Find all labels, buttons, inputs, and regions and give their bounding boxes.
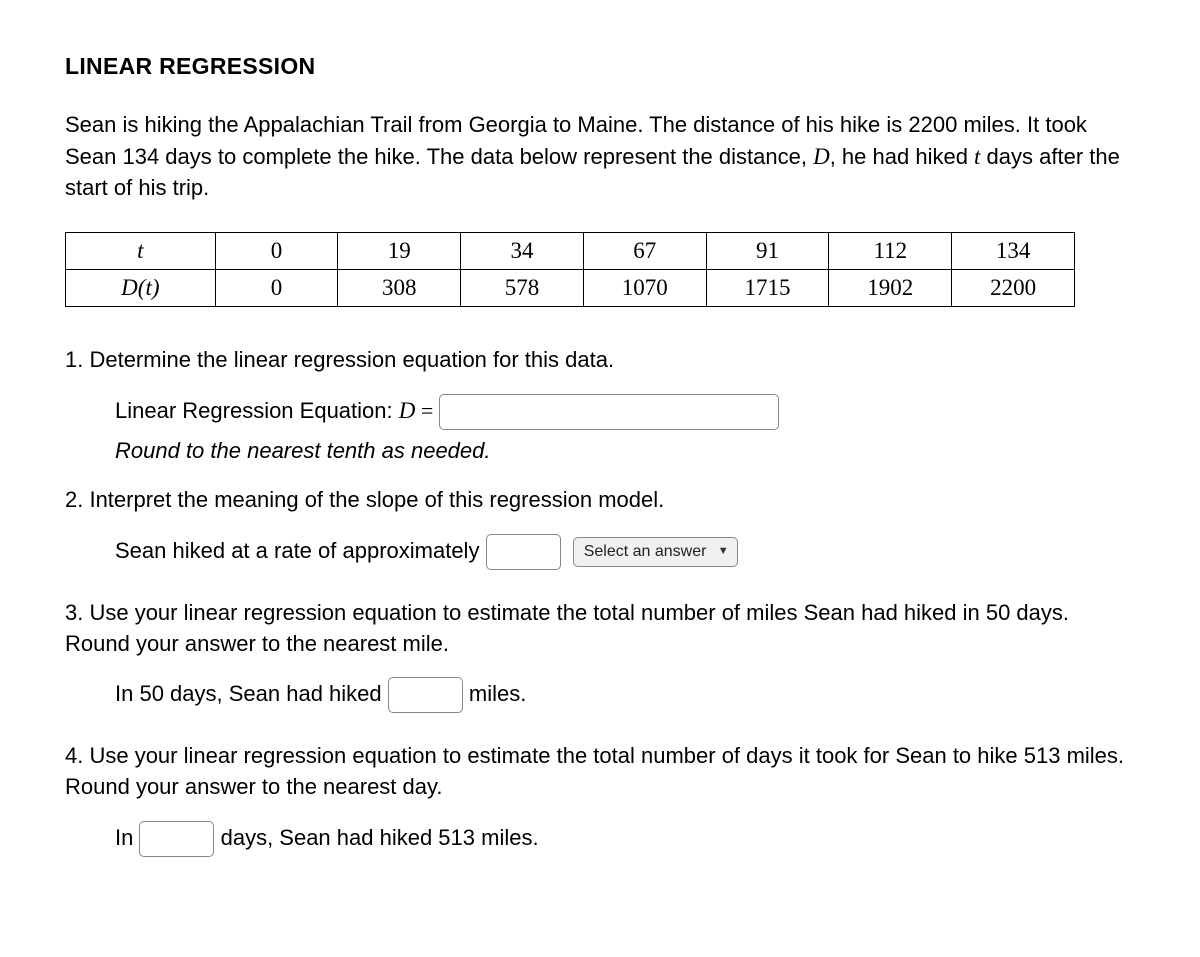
question-1-prompt: 1. Determine the linear regression equat…	[65, 345, 1135, 376]
section-title: LINEAR REGRESSION	[65, 50, 1135, 82]
q2-text-pre: Sean hiked at a rate of approximately	[115, 538, 486, 563]
slope-rate-input[interactable]	[486, 534, 561, 570]
table-cell: 1715	[706, 270, 829, 307]
question-4-answer: In days, Sean had hiked 513 miles.	[65, 821, 1135, 857]
q1-var-D: D	[399, 398, 416, 423]
question-4-prompt: 4. Use your linear regression equation t…	[65, 741, 1135, 803]
table-row: D(t) 0 308 578 1070 1715 1902 2200	[66, 270, 1075, 307]
question-3-answer: In 50 days, Sean had hiked miles.	[65, 677, 1135, 713]
table-cell: 112	[829, 232, 952, 269]
data-table: t 0 19 34 67 91 112 134 D(t) 0 308 578 1…	[65, 232, 1075, 307]
intro-text-2: , he had hiked	[830, 144, 974, 169]
table-cell: 0	[215, 232, 338, 269]
table-cell: 34	[461, 232, 584, 269]
table-cell: 2200	[952, 270, 1075, 307]
table-cell: 578	[461, 270, 584, 307]
q4-text-pre: In	[115, 825, 139, 850]
table-cell: 1070	[583, 270, 706, 307]
question-2-prompt: 2. Interpret the meaning of the slope of…	[65, 485, 1135, 516]
table-cell: 91	[706, 232, 829, 269]
row-header-t: t	[66, 232, 216, 269]
select-placeholder-text: Select an answer	[584, 541, 707, 563]
table-cell: 1902	[829, 270, 952, 307]
days-513miles-input[interactable]	[139, 821, 214, 857]
row-header-Dt: D(t)	[66, 270, 216, 307]
q1-label-pre: Linear Regression Equation:	[115, 398, 399, 423]
table-cell: 67	[583, 232, 706, 269]
table-cell: 19	[338, 232, 461, 269]
table-cell: 308	[338, 270, 461, 307]
q3-text-pre: In 50 days, Sean had hiked	[115, 681, 388, 706]
table-row: t 0 19 34 67 91 112 134	[66, 232, 1075, 269]
regression-equation-input[interactable]	[439, 394, 779, 430]
intro-var-D: D	[813, 144, 830, 169]
q4-text-post: days, Sean had hiked 513 miles.	[221, 825, 539, 850]
table-cell: 134	[952, 232, 1075, 269]
slope-units-select[interactable]: Select an answer ▼	[573, 537, 738, 567]
question-1-answer: Linear Regression Equation: D = Round to…	[65, 394, 1135, 467]
q1-hint: Round to the nearest tenth as needed.	[115, 436, 1135, 467]
question-3-prompt: 3. Use your linear regression equation t…	[65, 598, 1135, 660]
chevron-down-icon: ▼	[718, 544, 729, 559]
miles-50days-input[interactable]	[388, 677, 463, 713]
q3-text-post: miles.	[469, 681, 526, 706]
intro-paragraph: Sean is hiking the Appalachian Trail fro…	[65, 110, 1135, 204]
q1-equals: =	[415, 398, 438, 423]
question-2-answer: Sean hiked at a rate of approximately Se…	[65, 534, 1135, 570]
table-cell: 0	[215, 270, 338, 307]
